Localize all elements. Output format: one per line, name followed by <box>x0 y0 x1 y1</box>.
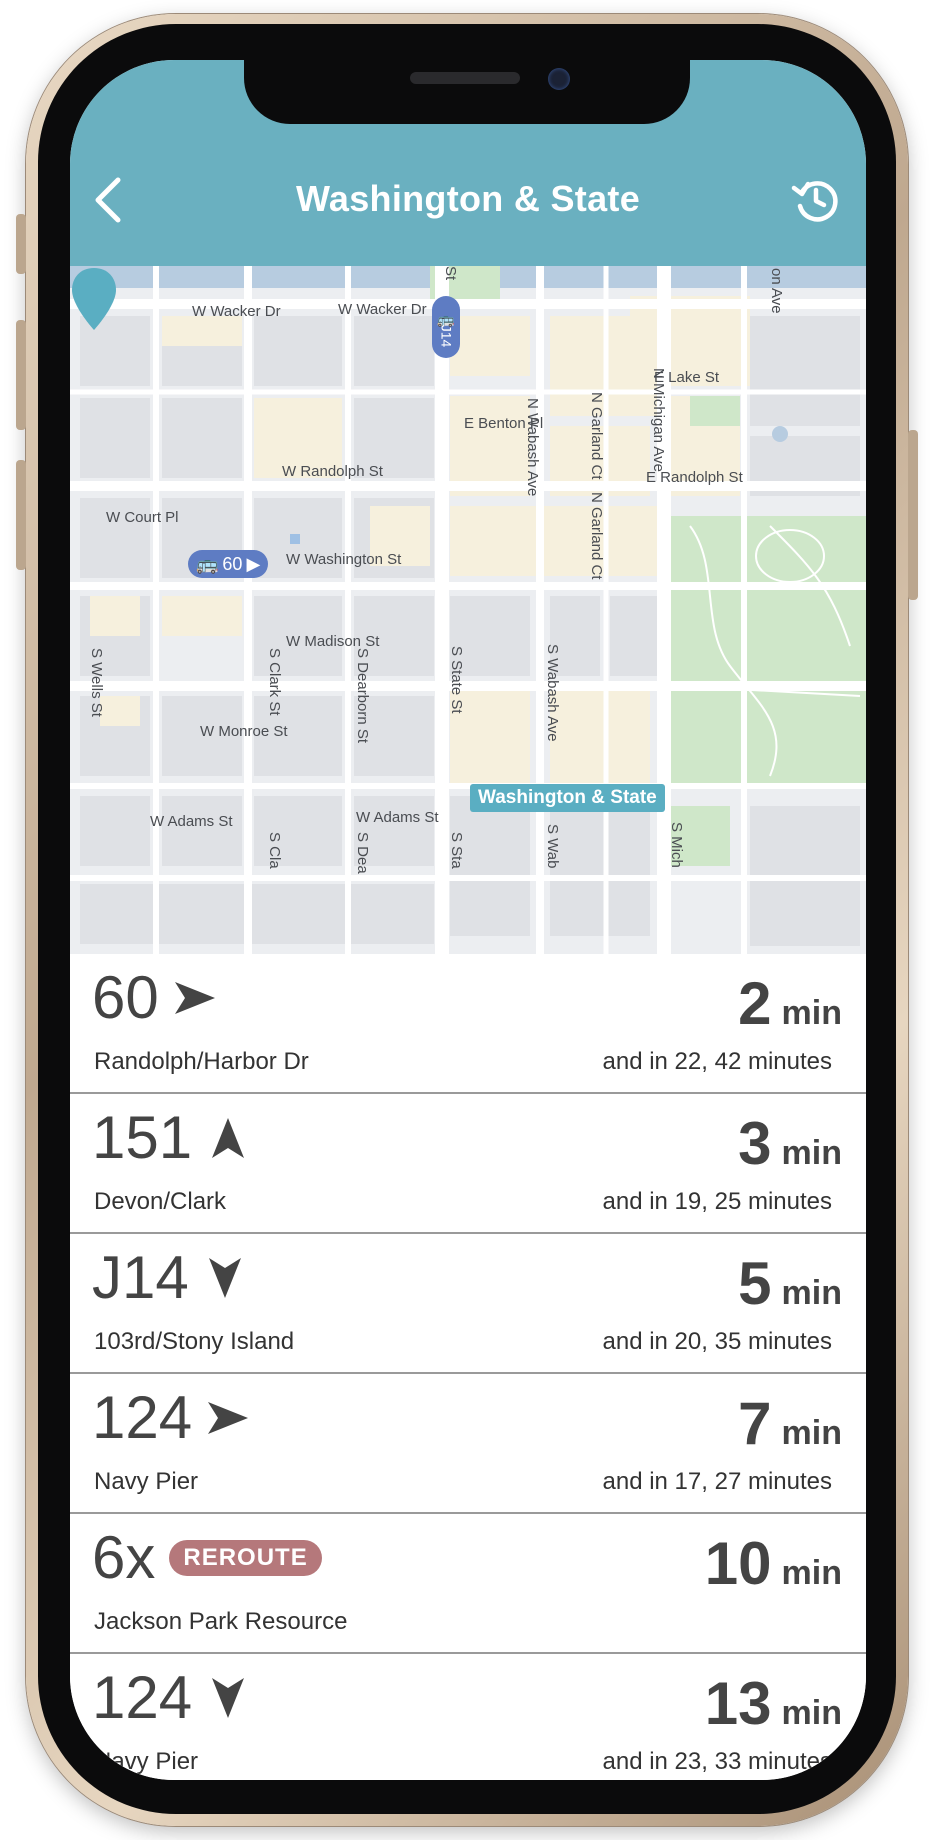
street-label: W Court Pl <box>106 509 179 526</box>
street-label: W Adams St <box>150 813 233 830</box>
next-arrivals: and in 23, 33 minutes <box>602 1748 833 1775</box>
bus-chip-route: 60 <box>222 553 243 574</box>
street-label: S Mich <box>668 822 685 868</box>
arrow-down-icon <box>212 1678 245 1718</box>
arrival-row[interactable]: 6x REROUTE Jackson Park Resource 10 min <box>70 1514 866 1654</box>
destination-label: Randolph/Harbor Dr <box>94 1048 309 1075</box>
street-label: S Cla <box>266 832 283 869</box>
eta-value: 13 <box>704 1670 772 1737</box>
arrival-row[interactable]: 124 Navy Pier 13 min and in 23, 33 minut… <box>70 1654 866 1780</box>
route-number-group: 124 <box>92 1668 250 1728</box>
route-number-group: 124 <box>92 1388 250 1448</box>
eta-value: 3 <box>738 1110 772 1177</box>
street-label: W Wacker Dr <box>338 301 427 318</box>
speaker-grille <box>410 72 520 84</box>
arrival-row[interactable]: J14 103rd/Stony Island 5 min and in 20, … <box>70 1234 866 1374</box>
next-arrivals: and in 20, 35 minutes <box>602 1328 833 1355</box>
route-number-group: J14 <box>92 1248 247 1308</box>
destination-label: 103rd/Stony Island <box>94 1328 295 1355</box>
street-label: S Wells St <box>88 648 105 718</box>
destination-label: Jackson Park Resource <box>94 1608 348 1635</box>
arrivals-list: 60 Randolph/Harbor Dr 2 min and in 22, 4… <box>70 954 866 1780</box>
silent-switch <box>16 214 26 274</box>
street-label: N Michigan Ave <box>650 368 667 472</box>
destination-label: Navy Pier <box>94 1468 199 1495</box>
bus-route-chip[interactable]: 🚌 60 ▶ <box>188 550 269 578</box>
eta-value: 5 <box>738 1250 772 1317</box>
street-label: S State St <box>448 646 465 714</box>
street-label: S Clark St <box>266 648 283 716</box>
arrow-right-icon <box>208 1402 249 1434</box>
eta-unit: min <box>781 994 842 1032</box>
power-button <box>908 430 918 600</box>
stop-label: Washington & State <box>470 784 665 812</box>
route-number: 60 <box>92 964 159 1031</box>
phone-notch <box>244 60 690 124</box>
route-number: 6x <box>92 1524 156 1591</box>
street-label: W Wacker Dr <box>192 303 281 320</box>
phone-screen: Washington & State W Wacker Dr W Wacker … <box>70 60 866 1780</box>
bus-route-chip[interactable]: 🚌 J14 <box>432 296 460 358</box>
eta-value: 10 <box>704 1530 772 1597</box>
destination-label: Navy Pier <box>94 1748 199 1775</box>
eta: 7 min <box>738 1394 842 1454</box>
map-canvas: W Wacker Dr W Wacker Dr E Lake St E Bent… <box>70 266 866 954</box>
arrival-row[interactable]: 124 Navy Pier 7 min and in 17, 27 minute… <box>70 1374 866 1514</box>
eta-value: 7 <box>738 1390 772 1457</box>
arrival-row[interactable]: 60 Randolph/Harbor Dr 2 min and in 22, 4… <box>70 954 866 1094</box>
eta-unit: min <box>781 1554 842 1592</box>
eta: 2 min <box>738 974 842 1034</box>
refresh-icon <box>791 181 838 222</box>
route-number: 124 <box>92 1384 193 1451</box>
street-label: N Garland Ct <box>588 392 605 480</box>
street-label: on Ave <box>768 268 785 314</box>
refresh-button[interactable] <box>786 170 846 230</box>
street-label: S Dea <box>354 832 371 874</box>
eta-unit: min <box>781 1414 842 1452</box>
next-arrivals: and in 19, 25 minutes <box>602 1188 833 1215</box>
street-label: S Dearborn St <box>354 648 371 744</box>
front-camera <box>548 68 570 90</box>
street-label: N Garland Ct <box>588 492 605 580</box>
volume-up-button <box>16 320 26 430</box>
volume-down-button <box>16 460 26 570</box>
street-label: S Wab <box>544 824 561 868</box>
map-view[interactable]: W Wacker Dr W Wacker Dr E Lake St E Bent… <box>70 266 866 954</box>
route-number: J14 <box>92 1244 189 1311</box>
page-title: Washington & State <box>295 178 641 219</box>
bus-chip-route: J14 <box>437 324 454 347</box>
street-label: W Adams St <box>356 809 439 826</box>
route-number: 124 <box>92 1664 193 1731</box>
route-number-group: 60 <box>92 968 217 1028</box>
route-number: 151 <box>92 1104 193 1171</box>
eta-unit: min <box>781 1274 842 1312</box>
street-label: S Wabash Ave <box>544 644 561 742</box>
eta-value: 2 <box>738 970 772 1037</box>
eta: 13 min <box>705 1674 842 1734</box>
route-number-group: 6x REROUTE <box>92 1528 322 1588</box>
arrow-down-icon <box>208 1258 241 1298</box>
play-icon: ▶ <box>246 553 261 574</box>
eta: 5 min <box>738 1254 842 1314</box>
eta: 10 min <box>705 1534 842 1594</box>
street-label: N Wabash Ave <box>524 398 541 496</box>
arrow-up-icon <box>212 1118 245 1158</box>
next-arrivals: and in 22, 42 minutes <box>602 1048 833 1075</box>
bus-icon: 🚌 <box>196 553 219 574</box>
street-label: W Randolph St <box>282 463 384 480</box>
eta-unit: min <box>781 1694 842 1732</box>
reroute-badge: REROUTE <box>169 1540 322 1576</box>
street-label: S Sta <box>448 832 465 869</box>
eta-unit: min <box>781 1134 842 1172</box>
eta: 3 min <box>738 1114 842 1174</box>
arrow-right-icon <box>174 982 215 1014</box>
map-pin-icon[interactable] <box>70 266 118 332</box>
street-label: St <box>442 266 459 281</box>
route-number-group: 151 <box>92 1108 250 1168</box>
destination-label: Devon/Clark <box>94 1188 227 1215</box>
next-arrivals: and in 17, 27 minutes <box>602 1468 833 1495</box>
street-label: W Washington St <box>286 551 402 568</box>
street-label: W Monroe St <box>200 723 288 740</box>
arrival-row[interactable]: 151 Devon/Clark 3 min and in 19, 25 minu… <box>70 1094 866 1234</box>
